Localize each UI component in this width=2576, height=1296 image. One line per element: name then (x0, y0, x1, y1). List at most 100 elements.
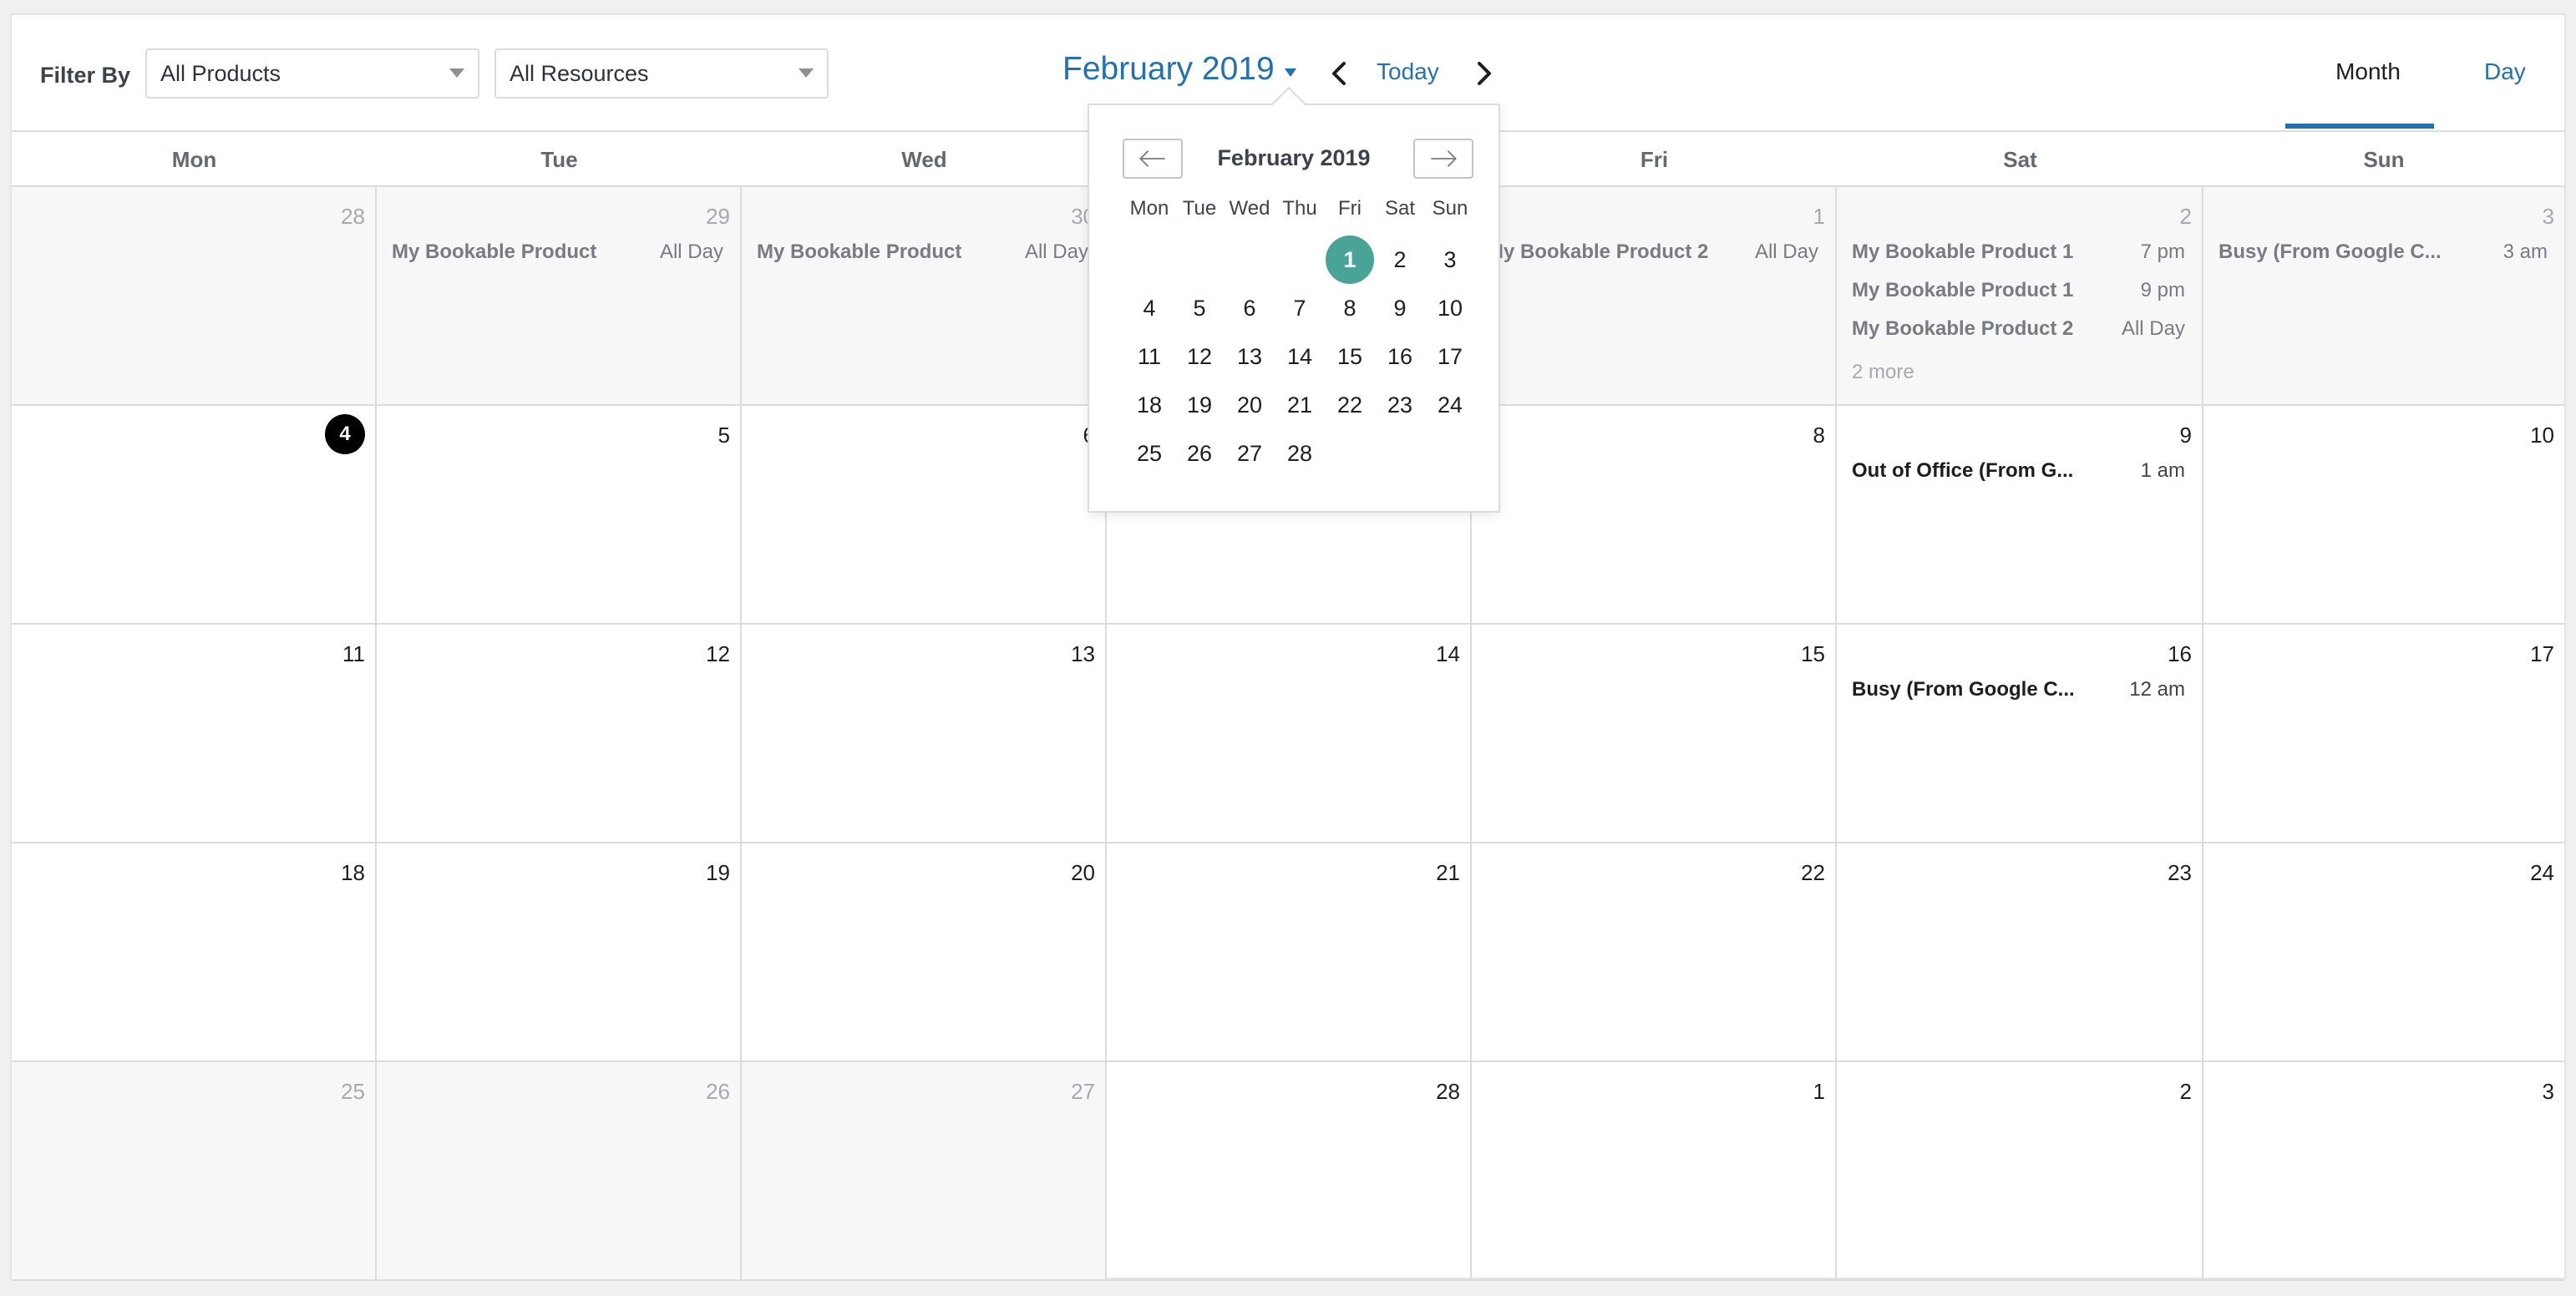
picker-day[interactable]: 2 (1375, 235, 1425, 284)
picker-day[interactable]: 19 (1174, 381, 1225, 429)
picker-day[interactable]: 15 (1325, 332, 1375, 381)
picker-day-label: 16 (1387, 344, 1413, 369)
picker-day-label: 7 (1293, 296, 1306, 321)
calendar-event[interactable]: My Bookable Product All Day (757, 240, 1088, 274)
day-cell[interactable]: 19 (377, 843, 742, 1062)
picker-day[interactable]: 4 (1124, 284, 1174, 332)
day-cell[interactable]: 6 (742, 406, 1107, 625)
picker-day[interactable]: 20 (1225, 381, 1275, 429)
picker-day-label: 2 (1393, 247, 1407, 272)
day-cell[interactable]: 28 (1107, 1062, 1472, 1281)
day-cell[interactable]: 4 (12, 406, 377, 625)
day-number: 2 (2179, 1079, 2192, 1104)
resource-filter-select[interactable]: All Resources (494, 48, 829, 99)
picker-day[interactable]: 24 (1425, 381, 1475, 429)
picker-day[interactable]: 28 (1275, 429, 1325, 478)
day-cell[interactable]: 26 (377, 1062, 742, 1281)
day-cell[interactable]: 18 (12, 843, 377, 1062)
picker-day[interactable]: 13 (1225, 332, 1275, 381)
calendar-event[interactable]: My Bookable Product 2 All Day (1487, 240, 1818, 274)
day-cell[interactable]: 30 My Bookable Product All Day (742, 187, 1107, 406)
day-cell[interactable]: 23 (1837, 843, 2203, 1062)
day-cell[interactable]: 29 My Bookable Product All Day (377, 187, 742, 406)
day-cell[interactable]: 22 (1472, 843, 1837, 1062)
picker-day[interactable]: 3 (1425, 235, 1475, 284)
day-cell[interactable]: 13 (742, 625, 1107, 843)
day-cell[interactable]: 27 (742, 1062, 1107, 1281)
day-cell[interactable]: 3 (2203, 1062, 2564, 1281)
day-cell[interactable]: 9 Out of Office (From G... 1 am (1837, 406, 2203, 625)
day-cell[interactable]: 28 (12, 187, 377, 406)
day-cell[interactable]: 16 Busy (From Google C... 12 am (1837, 625, 2203, 843)
caret-down-icon[interactable] (1285, 68, 1296, 77)
tab-month[interactable]: Month (2294, 58, 2442, 85)
picker-day[interactable]: 25 (1124, 429, 1174, 478)
picker-day[interactable]: 12 (1174, 332, 1225, 381)
calendar-event[interactable]: My Bookable Product 1 7 pm (1852, 240, 2185, 274)
day-number: 3 (2542, 204, 2554, 229)
event-title: My Bookable Product 2 (1852, 317, 2074, 340)
day-cell[interactable]: 1 My Bookable Product 2 All Day (1472, 187, 1837, 406)
day-cell[interactable]: 24 (2203, 843, 2564, 1062)
day-cell[interactable]: 15 (1472, 625, 1837, 843)
picker-day[interactable]: 6 (1225, 284, 1275, 332)
picker-day[interactable]: 14 (1275, 332, 1325, 381)
day-cell[interactable]: 2 (1837, 1062, 2203, 1281)
day-cell[interactable]: 12 (377, 625, 742, 843)
day-cell[interactable]: 2 My Bookable Product 17 pm My Bookable Pr… (1837, 187, 2203, 406)
day-cell[interactable]: 21 (1107, 843, 1472, 1062)
day-number: 14 (1436, 641, 1460, 666)
picker-day[interactable]: 5 (1174, 284, 1225, 332)
day-cell[interactable]: 17 (2203, 625, 2564, 843)
calendar-event[interactable]: My Bookable Product 2 All Day (1852, 317, 2185, 351)
picker-day[interactable]: 8 (1325, 284, 1375, 332)
event-title: My Bookable Product (757, 240, 962, 263)
day-number: 1 (1813, 1079, 1825, 1104)
day-cell[interactable]: 5 (377, 406, 742, 625)
picker-day-label: 15 (1336, 344, 1363, 369)
picker-day-label: 4 (1143, 296, 1156, 321)
picker-day[interactable]: 18 (1124, 381, 1174, 429)
picker-day[interactable]: 10 (1425, 284, 1475, 332)
picker-day[interactable]: 16 (1375, 332, 1425, 381)
chevron-right-icon (1478, 62, 1491, 85)
tab-day[interactable]: Day (2484, 58, 2526, 85)
picker-day[interactable]: 11 (1124, 332, 1174, 381)
picker-day[interactable]: 26 (1174, 429, 1225, 478)
day-cell[interactable]: 11 (12, 625, 377, 843)
picker-day-label: 24 (1437, 392, 1463, 418)
calendar-event[interactable]: Out of Office (From G... 1 am (1852, 459, 2185, 493)
calendar-event[interactable]: Busy (From Google C... 12 am (1852, 678, 2185, 711)
picker-day[interactable]: 27 (1225, 429, 1275, 478)
event-title: My Bookable Product 1 (1852, 279, 2074, 301)
picker-day-selected[interactable]: 1 (1325, 235, 1375, 284)
next-month-button[interactable] (1469, 57, 1498, 90)
picker-day[interactable]: 21 (1275, 381, 1325, 429)
today-button[interactable]: Today (1377, 58, 1439, 85)
picker-day[interactable]: 22 (1325, 381, 1375, 429)
day-cell[interactable]: 14 (1107, 625, 1472, 843)
picker-day[interactable]: 23 (1375, 381, 1425, 429)
calendar-event[interactable]: My Bookable Product All Day (392, 240, 723, 274)
day-cell[interactable]: 3 Busy (From Google C... 3 am (2203, 187, 2564, 406)
picker-next-button[interactable] (1413, 139, 1473, 179)
picker-day[interactable]: 17 (1425, 332, 1475, 381)
event-title: Busy (From Google C... (2219, 240, 2442, 263)
month-picker-toggle[interactable]: February 2019 (1062, 51, 1275, 88)
day-cell[interactable]: 8 (1472, 406, 1837, 625)
day-cell[interactable]: 1 (1472, 1062, 1837, 1281)
more-events-link[interactable]: 2 more (1852, 361, 1914, 384)
picker-day-label: 21 (1286, 392, 1313, 418)
picker-day[interactable]: 7 (1275, 284, 1325, 332)
calendar-event[interactable]: Busy (From Google C... 3 am (2219, 240, 2548, 274)
day-cell[interactable]: 25 (12, 1062, 377, 1281)
prev-month-button[interactable] (1326, 57, 1354, 90)
calendar-event[interactable]: My Bookable Product 1 9 pm (1852, 279, 2185, 312)
day-cell[interactable]: 20 (742, 843, 1107, 1062)
picker-day-label: 22 (1336, 392, 1363, 418)
picker-day-label: 8 (1343, 296, 1356, 321)
picker-day[interactable]: 9 (1375, 284, 1425, 332)
product-filter-select[interactable]: All Products (145, 48, 479, 99)
day-cell[interactable]: 10 (2203, 406, 2564, 625)
event-title: Busy (From Google C... (1852, 678, 2075, 701)
